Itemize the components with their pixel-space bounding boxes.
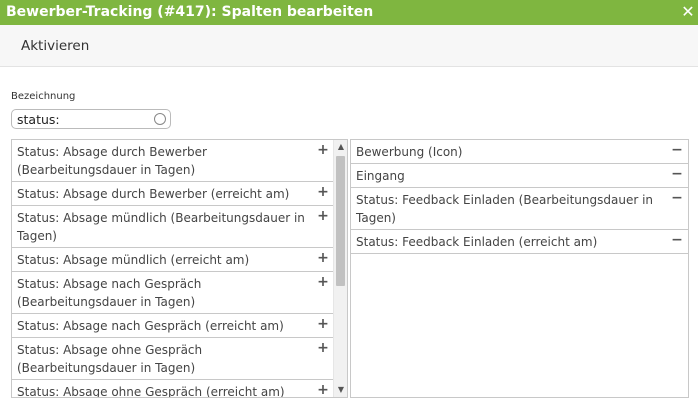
selected-column-item[interactable]: Eingang − (351, 164, 688, 188)
available-column-item[interactable]: Status: Absage ohne Gespräch (Bearbeitun… (12, 338, 334, 380)
plus-icon[interactable]: + (316, 184, 330, 200)
column-label: Status: Feedback Einladen (Bearbeitungsd… (356, 193, 654, 225)
column-label: Bewerbung (Icon) (356, 145, 463, 159)
plus-icon[interactable]: + (316, 250, 330, 266)
minus-icon[interactable]: − (670, 166, 684, 182)
plus-icon[interactable]: + (316, 340, 330, 356)
clear-search-icon[interactable] (154, 113, 166, 125)
column-label: Status: Absage ohne Gespräch (Bearbeitun… (17, 343, 203, 375)
plus-icon[interactable]: + (316, 382, 330, 397)
dialog-title: Bewerber-Tracking (#417): Spalten bearbe… (6, 4, 374, 20)
activate-button[interactable]: Aktivieren (21, 38, 89, 54)
column-label: Status: Absage durch Bewerber (erreicht … (17, 187, 290, 201)
available-columns-list: Status: Absage durch Bewerber (Bearbeitu… (11, 139, 348, 398)
column-label: Eingang (356, 169, 405, 183)
plus-icon[interactable]: + (316, 142, 330, 158)
available-column-item[interactable]: Status: Absage ohne Gespräch (erreicht a… (12, 380, 334, 398)
plus-icon[interactable]: + (316, 316, 330, 332)
available-column-item[interactable]: Status: Absage mündlich (Bearbeitungsdau… (12, 206, 334, 248)
available-column-item[interactable]: Status: Absage durch Bewerber (Bearbeitu… (12, 140, 334, 182)
minus-icon[interactable]: − (670, 232, 684, 248)
column-label: Status: Absage nach Gespräch (Bearbeitun… (17, 277, 202, 309)
available-column-item[interactable]: Status: Absage mündlich (erreicht am) + (12, 248, 334, 272)
close-icon[interactable]: ✕ (680, 0, 696, 25)
column-label: Status: Feedback Einladen (erreicht am) (356, 235, 598, 249)
column-label: Status: Absage ohne Gespräch (erreicht a… (17, 385, 285, 398)
column-label: Status: Absage durch Bewerber (Bearbeitu… (17, 145, 207, 177)
filter-field (11, 109, 171, 129)
available-column-item[interactable]: Status: Absage durch Bewerber (erreicht … (12, 182, 334, 206)
plus-icon[interactable]: + (316, 208, 330, 224)
scrollbar-thumb[interactable] (336, 156, 345, 286)
available-list-scrollbar[interactable]: ▲ ▼ (333, 140, 347, 397)
selected-column-item[interactable]: Status: Feedback Einladen (Bearbeitungsd… (351, 188, 688, 230)
selected-column-item[interactable]: Status: Feedback Einladen (erreicht am) … (351, 230, 688, 254)
filter-label: Bezeichnung (11, 91, 76, 102)
scroll-down-arrow-icon[interactable]: ▼ (334, 383, 347, 397)
available-column-item[interactable]: Status: Absage nach Gespräch (erreicht a… (12, 314, 334, 338)
plus-icon[interactable]: + (316, 274, 330, 290)
selected-column-item[interactable]: Bewerbung (Icon) − (351, 140, 688, 164)
available-column-item[interactable]: Status: Absage nach Gespräch (Bearbeitun… (12, 272, 334, 314)
column-label: Status: Absage mündlich (erreicht am) (17, 253, 250, 267)
filter-input[interactable] (17, 111, 152, 127)
dialog-titlebar: Bewerber-Tracking (#417): Spalten bearbe… (0, 0, 698, 25)
minus-icon[interactable]: − (670, 142, 684, 158)
column-label: Status: Absage mündlich (Bearbeitungsdau… (17, 211, 305, 243)
column-label: Status: Absage nach Gespräch (erreicht a… (17, 319, 284, 333)
dialog-toolbar: Aktivieren (0, 25, 698, 67)
minus-icon[interactable]: − (670, 190, 684, 206)
scroll-up-arrow-icon[interactable]: ▲ (334, 140, 347, 154)
selected-columns-list: Bewerbung (Icon) − Eingang − Status: Fee… (350, 139, 689, 398)
